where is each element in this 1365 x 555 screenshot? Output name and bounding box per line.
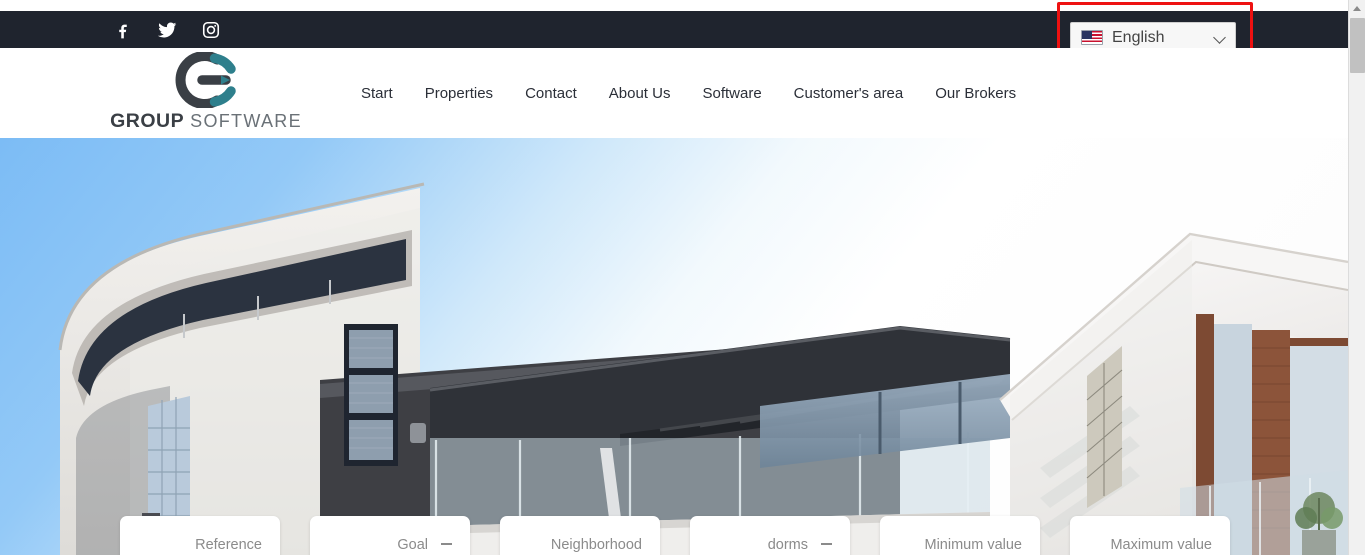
- chevron-down-icon: [1214, 31, 1227, 44]
- neighborhood-input-placeholder: Neighborhood: [550, 537, 642, 553]
- nav-item-customers-area[interactable]: Customer's area: [778, 85, 920, 102]
- minimum-value-input-placeholder: Minimum value: [924, 537, 1023, 553]
- nav-item-our-brokers[interactable]: Our Brokers: [919, 85, 1032, 102]
- facebook-icon[interactable]: [112, 19, 134, 41]
- social-links: [112, 11, 222, 48]
- nav-item-about-us[interactable]: About Us: [593, 85, 687, 102]
- top-utility-bar: English: [0, 11, 1348, 53]
- page-viewport: English GROUP SOFTWARE Start Properties …: [0, 0, 1348, 555]
- twitter-icon[interactable]: [156, 19, 178, 41]
- nav-item-properties[interactable]: Properties: [409, 85, 509, 102]
- page-scrollbar[interactable]: [1348, 0, 1365, 555]
- neighborhood-input[interactable]: Neighborhood: [500, 516, 660, 555]
- reference-input[interactable]: Reference: [120, 516, 280, 555]
- nav-item-contact[interactable]: Contact: [509, 85, 593, 102]
- brand-name-light: SOFTWARE: [190, 111, 302, 131]
- primary-navigation: Start Properties Contact About Us Softwa…: [345, 48, 1032, 138]
- reference-input-placeholder: Reference: [195, 537, 262, 553]
- dorms-select-placeholder: dorms: [767, 537, 808, 553]
- maximum-value-input[interactable]: Maximum value: [1070, 516, 1230, 555]
- hero-banner: Reference Goal Neighborhood dorms Minimu…: [0, 138, 1348, 555]
- goal-select-placeholder: Goal: [397, 537, 428, 553]
- nav-item-start[interactable]: Start: [345, 85, 409, 102]
- scrollbar-track[interactable]: [1349, 73, 1365, 555]
- brand-name-bold: GROUP: [110, 110, 185, 132]
- brand-logo[interactable]: GROUP SOFTWARE: [110, 50, 301, 136]
- property-search-filters: Reference Goal Neighborhood dorms Minimu…: [0, 138, 1348, 555]
- browser-page: English GROUP SOFTWARE Start Properties …: [0, 0, 1365, 555]
- dropdown-dash-icon: [821, 542, 832, 545]
- top-white-strip: [0, 0, 1348, 11]
- language-selected-label: English: [1112, 28, 1165, 46]
- instagram-icon[interactable]: [200, 19, 222, 41]
- goal-select[interactable]: Goal: [310, 516, 470, 555]
- main-navbar: GROUP SOFTWARE Start Properties Contact …: [0, 48, 1348, 138]
- maximum-value-input-placeholder: Maximum value: [1110, 537, 1212, 553]
- scrollbar-thumb[interactable]: [1350, 18, 1365, 73]
- us-flag-icon: [1081, 30, 1103, 45]
- dorms-select[interactable]: dorms: [690, 516, 850, 555]
- dropdown-dash-icon: [441, 542, 452, 545]
- group-software-logo-icon: [175, 52, 236, 108]
- minimum-value-input[interactable]: Minimum value: [880, 516, 1040, 555]
- scroll-up-arrow-icon[interactable]: [1349, 0, 1365, 17]
- nav-item-software[interactable]: Software: [686, 85, 777, 102]
